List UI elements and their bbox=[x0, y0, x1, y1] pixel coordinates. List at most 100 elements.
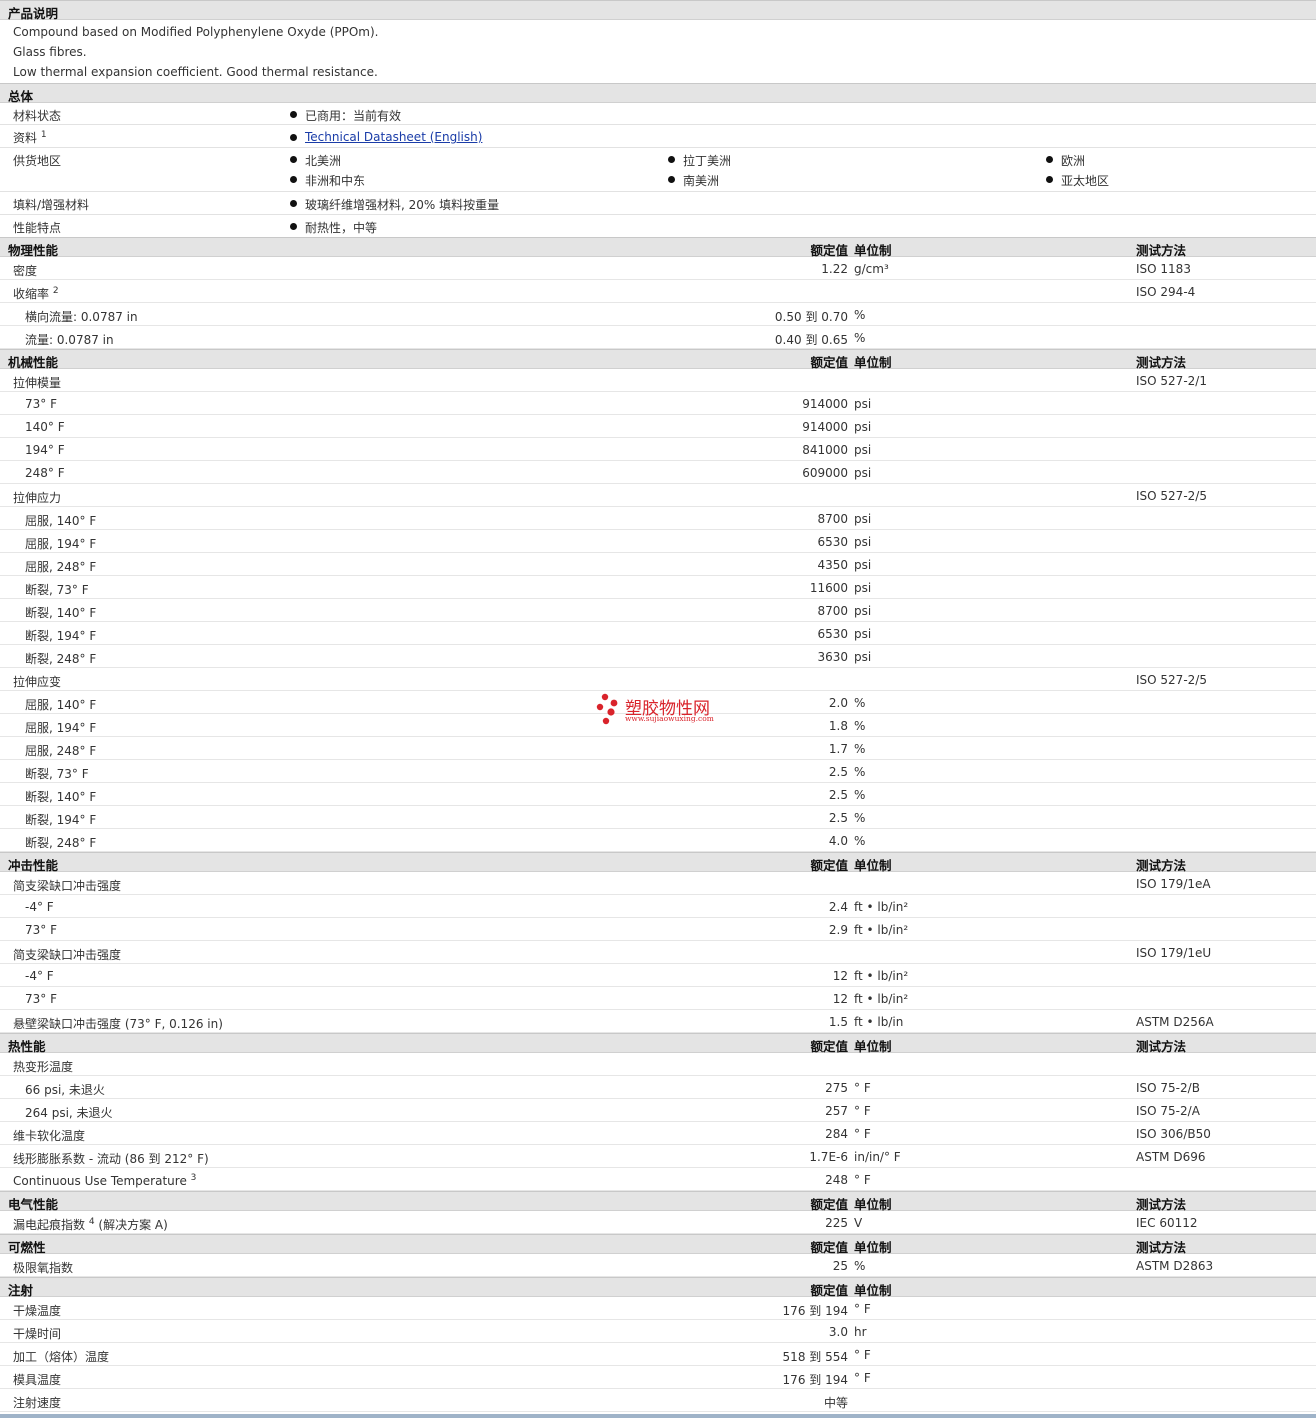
test-method: IEC 60112 bbox=[1136, 1216, 1198, 1230]
description-line: Compound based on Modified Polyphenylene… bbox=[13, 25, 379, 39]
property-unit: psi bbox=[854, 466, 872, 480]
region-item: 北美洲 bbox=[290, 152, 341, 169]
property-unit: psi bbox=[854, 420, 872, 434]
property-unit: V bbox=[854, 1216, 863, 1230]
property-value: 2.0 bbox=[828, 696, 848, 710]
property-label: 加工（熔体）温度 bbox=[13, 1350, 110, 1364]
property-label: 屈服, 140° F bbox=[25, 698, 97, 712]
table-row: 264 psi, 未退火 257 ° F ISO 75-2/A bbox=[0, 1099, 1316, 1122]
property-label: Continuous Use Temperature 3 bbox=[13, 1173, 197, 1188]
test-method: ASTM D2863 bbox=[1136, 1259, 1214, 1273]
flammability-rows: 极限氧指数 25% ASTM D2863 bbox=[0, 1254, 1316, 1277]
material-status-row: 材料状态 已商用：当前有效 bbox=[0, 103, 1316, 125]
features-value: 耐热性，中等 bbox=[290, 219, 377, 236]
property-value: 1.7E-6 bbox=[809, 1150, 848, 1164]
property-unit: psi bbox=[854, 627, 872, 641]
property-value: 1.8 bbox=[828, 719, 848, 733]
test-method: ISO 75-2/A bbox=[1136, 1104, 1200, 1118]
test-method: ISO 527-2/5 bbox=[1136, 489, 1207, 503]
property-label: -4° F bbox=[25, 969, 54, 983]
table-row: 维卡软化温度 284 ° F ISO 306/B50 bbox=[0, 1122, 1316, 1145]
table-row: 73° F 12 ft • lb/in² bbox=[0, 987, 1316, 1010]
region-item: 非洲和中东 bbox=[290, 172, 365, 189]
property-label: 横向流量: 0.0787 in bbox=[25, 310, 138, 324]
table-row: 断裂, 194° F 6530 psi bbox=[0, 622, 1316, 645]
property-label: 73° F bbox=[25, 397, 57, 411]
property-label: 194° F bbox=[25, 443, 65, 457]
property-value: 841000 bbox=[802, 443, 848, 457]
property-value: 12 bbox=[832, 969, 848, 983]
row-label: 材料状态 bbox=[13, 109, 62, 123]
section-header-flammability: 可燃性 额定值 单位制 测试方法 bbox=[0, 1234, 1316, 1255]
table-row: 极限氧指数 25% ASTM D2863 bbox=[0, 1254, 1316, 1277]
property-value: 3630 bbox=[817, 650, 848, 664]
table-row: 194° F 841000 psi bbox=[0, 438, 1316, 461]
property-label: 漏电起痕指数 4 (解决方案 A) bbox=[13, 1217, 168, 1232]
property-unit: psi bbox=[854, 604, 872, 618]
table-row: 屈服, 140° F 8700 psi bbox=[0, 507, 1316, 530]
test-method: ISO 527-2/5 bbox=[1136, 673, 1207, 687]
property-value: 11600 bbox=[809, 581, 848, 595]
property-label: 屈服, 194° F bbox=[25, 721, 97, 735]
table-row: 断裂, 194° F 2.5% bbox=[0, 806, 1316, 829]
property-value: 1.7 bbox=[828, 742, 848, 756]
property-value: 248 bbox=[825, 1173, 848, 1187]
property-unit: psi bbox=[854, 558, 872, 572]
property-unit: ft • lb/in² bbox=[854, 969, 909, 983]
table-row: 断裂, 248° F 3630 psi bbox=[0, 645, 1316, 668]
test-method: ASTM D696 bbox=[1136, 1150, 1206, 1164]
property-value: 2.4 bbox=[828, 900, 848, 914]
property-unit: psi bbox=[854, 581, 872, 595]
footnote-marker: 3 bbox=[190, 1173, 197, 1183]
table-row: 简支梁缺口冲击强度 ISO 179/1eA bbox=[0, 872, 1316, 895]
bottom-scroll-edge bbox=[0, 1414, 1316, 1418]
property-value: 284 bbox=[825, 1127, 848, 1141]
section-title: 产品说明 bbox=[8, 6, 59, 21]
table-row: 简支梁缺口冲击强度 ISO 179/1eU bbox=[0, 941, 1316, 964]
table-row: 密度 1.22 g/cm³ ISO 1183 bbox=[0, 257, 1316, 280]
property-unit: % bbox=[854, 1259, 866, 1273]
property-value: 1.5 bbox=[828, 1015, 848, 1029]
technical-datasheet-link[interactable]: Technical Datasheet (English) bbox=[305, 130, 482, 144]
property-unit: % bbox=[854, 331, 866, 345]
property-unit: ft • lb/in bbox=[854, 1015, 904, 1029]
property-value: 4.0 bbox=[828, 834, 848, 848]
property-label: 线形膨胀系数 - 流动 (86 到 212° F) bbox=[13, 1152, 209, 1166]
property-label: 断裂, 140° F bbox=[25, 606, 97, 620]
property-label: 73° F bbox=[25, 992, 57, 1006]
property-value: 518 到 554 bbox=[782, 1350, 848, 1364]
thermal-rows: 热变形温度 66 psi, 未退火 275 ° F ISO 75-2/B 264 psi,… bbox=[0, 1053, 1316, 1191]
status-value: 已商用：当前有效 bbox=[290, 107, 401, 124]
property-value: 2.5 bbox=[828, 811, 848, 825]
property-value: 914000 bbox=[802, 397, 848, 411]
property-unit: psi bbox=[854, 535, 872, 549]
property-value: 0.50 到 0.70 bbox=[774, 310, 848, 324]
table-row: 屈服, 194° F 6530 psi bbox=[0, 530, 1316, 553]
table-row: 线形膨胀系数 - 流动 (86 到 212° F) 1.7E-6 in/in/° F… bbox=[0, 1145, 1316, 1168]
table-row: 248° F 609000 psi bbox=[0, 461, 1316, 484]
property-label: 屈服, 248° F bbox=[25, 744, 97, 758]
property-label: 拉伸应力 bbox=[13, 491, 62, 505]
region-item: 拉丁美洲 bbox=[668, 152, 731, 169]
table-row: 热变形温度 bbox=[0, 1053, 1316, 1076]
test-method: ISO 75-2/B bbox=[1136, 1081, 1200, 1095]
property-label: 极限氧指数 bbox=[13, 1261, 74, 1275]
table-row: 断裂, 73° F 11600 psi bbox=[0, 576, 1316, 599]
table-row: 模具温度 176 到 194 ° F bbox=[0, 1366, 1316, 1389]
section-header-impact: 冲击性能 额定值 单位制 测试方法 bbox=[0, 852, 1316, 873]
property-value: 2.5 bbox=[828, 765, 848, 779]
table-row: 屈服, 248° F 4350 psi bbox=[0, 553, 1316, 576]
property-label: 屈服, 140° F bbox=[25, 514, 97, 528]
description-line: Glass fibres. bbox=[13, 45, 87, 59]
test-method: ISO 294-4 bbox=[1136, 285, 1196, 299]
row-label: 资料 1 bbox=[13, 130, 47, 145]
table-row: 断裂, 73° F 2.5% bbox=[0, 760, 1316, 783]
documents-row: 资料 1 Technical Datasheet (English) bbox=[0, 125, 1316, 148]
section-header-electrical: 电气性能 额定值 单位制 测试方法 bbox=[0, 1191, 1316, 1212]
property-value: 176 到 194 bbox=[782, 1373, 848, 1387]
section-header-description: 产品说明 bbox=[0, 0, 1316, 21]
filler-row: 填料/增强材料 玻璃纤维增强材料, 20% 填料按重量 bbox=[0, 192, 1316, 215]
property-label: 维卡软化温度 bbox=[13, 1129, 86, 1143]
property-unit: psi bbox=[854, 397, 872, 411]
property-label: 密度 bbox=[13, 264, 38, 278]
